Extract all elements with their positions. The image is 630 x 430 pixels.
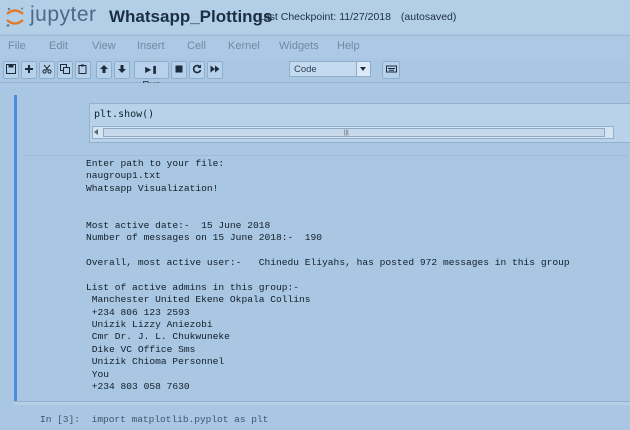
checkpoint-time: 11/27/2018	[339, 11, 391, 23]
cell-type-value: Code	[294, 64, 317, 75]
output-line: Most active date:- 15 June 2018	[86, 219, 271, 231]
paste-icon	[78, 64, 87, 74]
fast-forward-icon	[210, 65, 220, 73]
arrow-down-icon	[118, 65, 126, 73]
menu-file[interactable]: File	[8, 40, 26, 52]
output-line: Cmr Dr. J. L. Chukwuneke	[86, 331, 230, 343]
output-line: Dike VC Office Sms	[86, 343, 196, 355]
restart-run-all-button[interactable]	[207, 61, 223, 79]
jupyter-brand[interactable]: jupyter	[30, 3, 97, 27]
cell-type-select[interactable]: Code	[289, 61, 371, 77]
code-text: plt.show()	[94, 109, 155, 120]
scrollbar-thumb[interactable]: |||	[103, 128, 605, 137]
grip-icon: |||	[344, 130, 349, 136]
cell-prompt: In [3]:	[40, 414, 80, 425]
menu-cell[interactable]: Cell	[187, 40, 206, 52]
output-line: Number of messages on 15 June 2018:- 190	[86, 232, 323, 244]
copy-icon	[60, 64, 70, 74]
output-line: List of active admins in this group:-	[86, 281, 300, 293]
output-line: +234 806 123 2593	[86, 306, 190, 318]
next-cell-preview[interactable]: In [3]: import matplotlib.pyplot as plt	[40, 414, 268, 425]
output-line: Unizik Chioma Personnel	[86, 356, 225, 368]
scissors-icon	[42, 64, 52, 74]
scroll-left-arrow-icon[interactable]	[94, 129, 98, 135]
notebook-area: plt.show() ||| Enter path to your file: n…	[0, 83, 630, 430]
output-line: Manchester United Ekene Okpala Collins	[86, 294, 311, 306]
output-line: +234 803 058 7630	[86, 381, 190, 393]
menu-widgets[interactable]: Widgets	[279, 40, 319, 52]
move-down-button[interactable]	[114, 61, 130, 79]
menu-edit[interactable]: Edit	[49, 40, 68, 52]
notebook-title[interactable]: Whatsapp_Plottings	[109, 7, 272, 27]
arrow-up-icon	[100, 65, 108, 73]
refresh-icon	[192, 64, 202, 74]
move-up-button[interactable]	[96, 61, 112, 79]
toolbar: ▶❚ Run Code	[0, 58, 630, 91]
cell-input: plt.show() |||	[17, 95, 630, 153]
plus-icon	[25, 65, 33, 73]
keyboard-icon	[385, 65, 397, 73]
code-editor[interactable]: plt.show() |||	[89, 103, 630, 143]
menu-bar: File Edit View Insert Cell Kernel Widget…	[0, 35, 630, 59]
stop-icon	[175, 65, 183, 73]
menu-view[interactable]: View	[92, 40, 116, 52]
save-button[interactable]	[3, 61, 19, 79]
output-line: naugroup1.txt	[86, 170, 161, 182]
jupyter-logo-icon	[6, 7, 24, 27]
output-line: Enter path to your file:	[86, 158, 225, 169]
output-line: Unizik Lizzy Aniezobi	[86, 319, 213, 331]
save-icon	[6, 64, 16, 74]
cell-output: Enter path to your file: naugroup1.txt Wha…	[23, 155, 627, 402]
checkpoint-status: Last Checkpoint: 11/27/2018 (autosaved)	[258, 11, 459, 23]
menu-kernel[interactable]: Kernel	[228, 40, 260, 52]
chevron-down-icon	[356, 62, 370, 76]
cut-button[interactable]	[39, 61, 55, 79]
add-cell-button[interactable]	[21, 61, 37, 79]
output-text: Enter path to your file: naugroup1.txt Wha…	[86, 158, 570, 393]
menu-help[interactable]: Help	[337, 40, 360, 52]
interrupt-button[interactable]	[171, 61, 187, 79]
next-cell-code: import matplotlib.pyplot as plt	[91, 414, 269, 425]
copy-button[interactable]	[57, 61, 73, 79]
autosave-status: (autosaved)	[400, 11, 457, 23]
code-cell[interactable]: plt.show() ||| Enter path to your file: n…	[14, 95, 630, 401]
menu-insert[interactable]: Insert	[137, 40, 165, 52]
restart-button[interactable]	[189, 61, 205, 79]
output-line: You	[86, 368, 110, 380]
command-palette-button[interactable]	[382, 61, 400, 79]
checkpoint-label: Last Checkpoint:	[258, 11, 337, 23]
step-forward-icon: ▶❚	[145, 65, 158, 74]
run-button[interactable]: ▶❚ Run	[134, 61, 169, 91]
horizontal-scrollbar[interactable]: |||	[92, 126, 614, 139]
horizontal-scrollbar[interactable]	[14, 401, 630, 405]
output-line: Overall, most active user:- Chinedu Eliy…	[86, 257, 570, 269]
notebook-header: jupyter Whatsapp_Plottings Last Checkpoi…	[0, 0, 630, 34]
paste-button[interactable]	[75, 61, 91, 79]
output-line: Whatsapp Visualization!	[86, 182, 219, 194]
